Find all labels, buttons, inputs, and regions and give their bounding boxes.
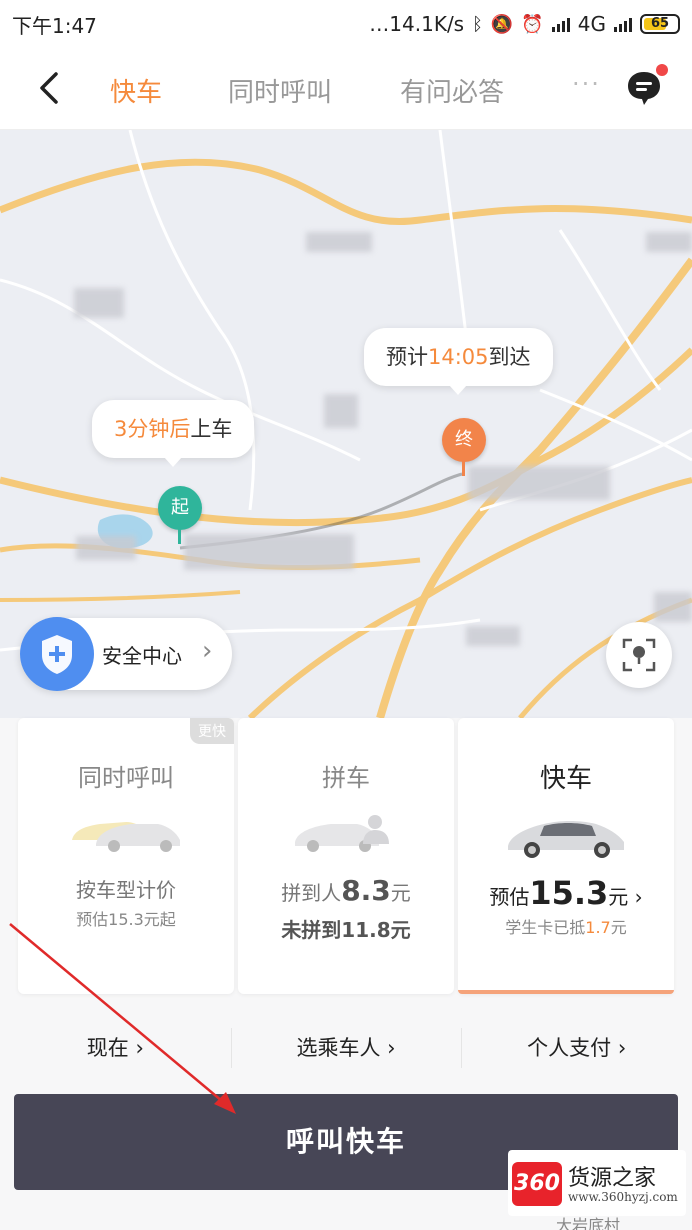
discount-value: 1.7 [585, 918, 611, 937]
signal-icon-2 [614, 16, 632, 32]
estimate-pre: 预估 [489, 885, 530, 909]
card-title: 快车 [539, 764, 592, 794]
payment-option[interactable]: 个人支付 › [461, 1018, 692, 1078]
express-car-icon [508, 821, 624, 858]
message-button[interactable] [624, 64, 668, 108]
safety-center-label: 安全中心 [102, 644, 182, 668]
card-line2: 预估15.3元起 [76, 910, 176, 929]
car-group-icon [72, 822, 180, 852]
watermark: 360 货源之家 www.360hyzj.com [508, 1150, 686, 1216]
options-row: 现在 › 选乘车人 › 个人支付 › [0, 1018, 692, 1078]
locate-icon [622, 638, 656, 672]
back-arrow-icon[interactable] [34, 70, 64, 106]
chevron-right-icon: › [628, 885, 643, 909]
end-pin-stick [462, 460, 465, 476]
pickup-time-bubble: 3分钟后上车 [92, 400, 255, 467]
battery-icon: 65 [640, 14, 680, 34]
card-tongshi-hujiao[interactable]: 更快 同时呼叫 按车型计价 预估15.3元起 [18, 718, 234, 994]
network-speed: …14.1K/s [369, 12, 465, 36]
pickup-eta: 3分钟后 [114, 417, 191, 441]
status-icons: …14.1K/s ᛒ 🔕 ⏰ 4G 65 [369, 12, 680, 36]
watermark-url: www.360hyzj.com [568, 1190, 678, 1204]
signal-icon [551, 16, 570, 32]
chevron-right-icon: › [387, 1036, 396, 1060]
estimate-price: 15.3 [529, 874, 609, 912]
network-type: 4G [577, 12, 606, 36]
chevron-right-icon: › [202, 636, 213, 666]
status-time: 下午1:47 [12, 13, 97, 38]
pickup-text: 上车 [190, 417, 233, 441]
chevron-right-icon: › [617, 1036, 627, 1060]
watermark-badge: 360 [512, 1162, 562, 1206]
bottom-map-label: 大岩底村 [556, 1216, 621, 1230]
discount-unit: 元 [610, 918, 627, 937]
selected-underline [458, 990, 674, 994]
arrival-post: 到达 [488, 345, 531, 369]
card-line1: 按车型计价 [76, 878, 176, 902]
start-pin-stick [178, 528, 181, 544]
time-option[interactable]: 现在 › [0, 1018, 231, 1078]
card-line2: 学生卡已抵1.7元 [458, 914, 674, 938]
option-label: 选乘车人 [296, 1036, 381, 1060]
card-title: 同时呼叫 [78, 764, 174, 792]
watermark-text: 货源之家 [568, 1166, 657, 1191]
card-title: 拼车 [322, 764, 370, 792]
faster-tag: 更快 [190, 718, 234, 744]
alarm-icon: ⏰ [521, 13, 544, 35]
unread-dot [656, 64, 668, 76]
carpool-car-icon [295, 815, 389, 852]
map-view[interactable]: 3分钟后上车 预计14:05到达 起 终 安全中心 › [0, 130, 692, 718]
discount-pre: 学生卡已抵 [505, 918, 586, 937]
tab-youwen-bida[interactable]: 有问必答 [400, 72, 504, 109]
safety-center-button[interactable]: 安全中心 › [20, 617, 232, 691]
pool-price: 8.3 [341, 874, 391, 907]
pool-pre: 拼到人 [281, 881, 342, 905]
start-pin: 起 [158, 486, 202, 530]
top-nav: 快车 同时呼叫 有问必答 ··· [0, 48, 692, 130]
tab-kuaiche[interactable]: 快车 [110, 72, 162, 109]
more-tabs-icon[interactable]: ··· [572, 70, 601, 98]
passenger-option[interactable]: 选乘车人 › [230, 1018, 462, 1078]
pool-unit: 元 [390, 881, 411, 905]
arrival-pre: 预计 [386, 345, 428, 369]
status-bar: 下午1:47 …14.1K/s ᛒ 🔕 ⏰ 4G 65 [0, 0, 692, 48]
estimate-unit: 元 [608, 885, 629, 909]
ride-panel: 更快 同时呼叫 按车型计价 预估15.3元起 拼车 拼到人8.3元 未拼到11.… [0, 718, 692, 1230]
card-line1: 拼到人8.3元 [238, 874, 454, 907]
card-line1: 预估15.3元 › [458, 874, 674, 912]
arrival-time: 14:05 [428, 345, 489, 369]
card-pinche[interactable]: 拼车 拼到人8.3元 未拼到11.8元 [238, 718, 454, 994]
battery-level: 65 [650, 16, 670, 31]
end-pin: 终 [442, 418, 486, 462]
recenter-button[interactable] [606, 622, 672, 688]
card-line2: 未拼到11.8元 [281, 918, 411, 942]
option-label: 现在 [86, 1036, 129, 1060]
tab-tongshi-hujiao[interactable]: 同时呼叫 [228, 72, 332, 109]
chevron-right-icon: › [135, 1036, 144, 1060]
arrival-time-bubble: 预计14:05到达 [364, 328, 553, 395]
card-kuaiche[interactable]: 快车 预估15.3元 › 学生卡已抵1.7元 [458, 718, 674, 994]
mute-icon: 🔕 [490, 13, 514, 35]
option-label: 个人支付 [527, 1036, 612, 1060]
bluetooth-icon: ᛒ [472, 13, 483, 35]
shield-icon [20, 617, 94, 691]
